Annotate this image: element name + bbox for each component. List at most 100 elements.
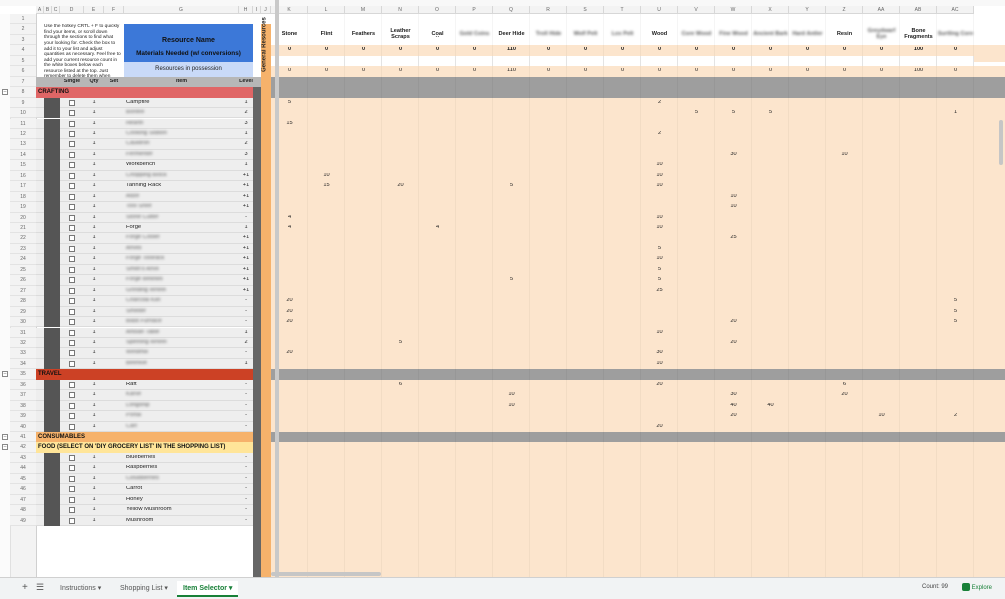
- set-cell[interactable]: [104, 474, 124, 484]
- set-cell[interactable]: [104, 108, 124, 118]
- single-checkbox[interactable]: [69, 392, 75, 399]
- set-cell[interactable]: [104, 422, 124, 432]
- qty-value[interactable]: 1: [84, 486, 104, 494]
- column-header[interactable]: Y: [789, 6, 826, 14]
- column-header[interactable]: I: [253, 6, 261, 14]
- row-number[interactable]: 26: [10, 275, 36, 286]
- qty-value[interactable]: 1: [84, 350, 104, 358]
- resource-possession-input[interactable]: [493, 55, 530, 67]
- row-number[interactable]: 12: [10, 128, 36, 140]
- row-number[interactable]: 41: [10, 432, 36, 443]
- collapse-group-icon[interactable]: –: [2, 89, 8, 96]
- single-checkbox[interactable]: [69, 141, 75, 148]
- column-header[interactable]: Z: [826, 6, 863, 14]
- qty-value[interactable]: 1: [84, 340, 104, 348]
- qty-value[interactable]: 1: [84, 382, 104, 390]
- column-header[interactable]: F: [104, 6, 124, 14]
- set-cell[interactable]: [104, 307, 124, 317]
- row-number[interactable]: 42: [10, 442, 36, 453]
- set-cell[interactable]: [104, 296, 124, 306]
- qty-value[interactable]: 1: [84, 235, 104, 243]
- explore-button[interactable]: Explore: [962, 581, 992, 595]
- qty-value[interactable]: 1: [84, 465, 104, 473]
- row-number[interactable]: 1: [10, 14, 36, 25]
- single-checkbox[interactable]: [69, 266, 75, 273]
- column-header[interactable]: H: [239, 6, 253, 14]
- column-header[interactable]: O: [419, 6, 456, 14]
- single-checkbox[interactable]: [69, 496, 75, 503]
- resource-possession-input[interactable]: [641, 55, 678, 67]
- single-checkbox[interactable]: [69, 507, 75, 514]
- resource-possession-input[interactable]: [863, 55, 900, 67]
- tab-instructions[interactable]: Instructions ▾: [54, 581, 107, 597]
- resource-possession-input[interactable]: [456, 55, 493, 67]
- set-cell[interactable]: [104, 411, 124, 421]
- set-cell[interactable]: [104, 453, 124, 463]
- set-cell[interactable]: [104, 516, 124, 526]
- single-checkbox[interactable]: [69, 413, 75, 420]
- column-header[interactable]: B: [44, 6, 52, 14]
- qty-value[interactable]: 1: [84, 424, 104, 432]
- resource-possession-input[interactable]: [789, 55, 826, 67]
- single-checkbox[interactable]: [69, 381, 75, 388]
- set-cell[interactable]: [104, 233, 124, 243]
- column-header[interactable]: V: [678, 6, 715, 14]
- single-checkbox[interactable]: [69, 256, 75, 263]
- single-checkbox[interactable]: [69, 183, 75, 190]
- single-checkbox[interactable]: [69, 517, 75, 524]
- set-cell[interactable]: [104, 202, 124, 212]
- row-number[interactable]: 31: [10, 327, 36, 338]
- set-cell[interactable]: [104, 359, 124, 369]
- row-number[interactable]: 22: [10, 233, 36, 244]
- single-checkbox[interactable]: [69, 402, 75, 409]
- row-number[interactable]: 2: [10, 24, 36, 35]
- row-number[interactable]: 11: [10, 118, 36, 129]
- column-header[interactable]: G: [124, 6, 239, 14]
- qty-value[interactable]: 1: [84, 267, 104, 275]
- row-number[interactable]: 39: [10, 411, 36, 422]
- single-checkbox[interactable]: [69, 277, 75, 284]
- row-number[interactable]: 46: [10, 484, 36, 495]
- collapse-group-icon[interactable]: –: [2, 434, 8, 440]
- qty-value[interactable]: 1: [84, 361, 104, 369]
- resource-possession-input[interactable]: [678, 55, 715, 67]
- single-checkbox[interactable]: [69, 475, 75, 482]
- row-number[interactable]: 3: [10, 34, 36, 46]
- single-checkbox[interactable]: [69, 162, 75, 169]
- single-checkbox[interactable]: [69, 329, 75, 336]
- column-header[interactable]: N: [382, 6, 419, 14]
- set-cell[interactable]: [104, 401, 124, 411]
- set-cell[interactable]: [104, 223, 124, 233]
- tab-item-selector[interactable]: Item Selector ▾: [177, 581, 239, 597]
- qty-value[interactable]: 1: [84, 246, 104, 254]
- qty-value[interactable]: 1: [84, 173, 104, 181]
- row-number[interactable]: 37: [10, 390, 36, 401]
- row-number[interactable]: 13: [10, 139, 36, 150]
- single-checkbox[interactable]: [69, 151, 75, 158]
- qty-value[interactable]: 1: [84, 183, 104, 191]
- qty-value[interactable]: 1: [84, 413, 104, 421]
- row-number[interactable]: 18: [10, 191, 36, 203]
- single-checkbox[interactable]: [69, 225, 75, 231]
- single-checkbox[interactable]: [69, 350, 75, 357]
- column-header[interactable]: R: [530, 6, 567, 14]
- set-cell[interactable]: [104, 275, 124, 285]
- qty-value[interactable]: 1: [84, 110, 104, 118]
- set-cell[interactable]: [104, 348, 124, 358]
- collapse-group-icon[interactable]: –: [2, 371, 8, 378]
- set-cell[interactable]: [104, 150, 124, 160]
- resource-possession-input[interactable]: [345, 55, 382, 67]
- column-header[interactable]: L: [308, 6, 345, 14]
- row-number[interactable]: 35: [10, 369, 36, 380]
- resource-possession-input[interactable]: [900, 55, 937, 67]
- set-cell[interactable]: [104, 98, 124, 108]
- single-checkbox[interactable]: [69, 339, 75, 346]
- row-number[interactable]: 17: [10, 181, 36, 192]
- qty-value[interactable]: 1: [84, 256, 104, 264]
- set-cell[interactable]: [104, 484, 124, 494]
- single-checkbox[interactable]: [69, 287, 75, 294]
- set-cell[interactable]: [104, 463, 124, 473]
- set-cell[interactable]: [104, 317, 124, 327]
- qty-value[interactable]: 1: [84, 288, 104, 296]
- column-header[interactable]: D: [60, 6, 84, 14]
